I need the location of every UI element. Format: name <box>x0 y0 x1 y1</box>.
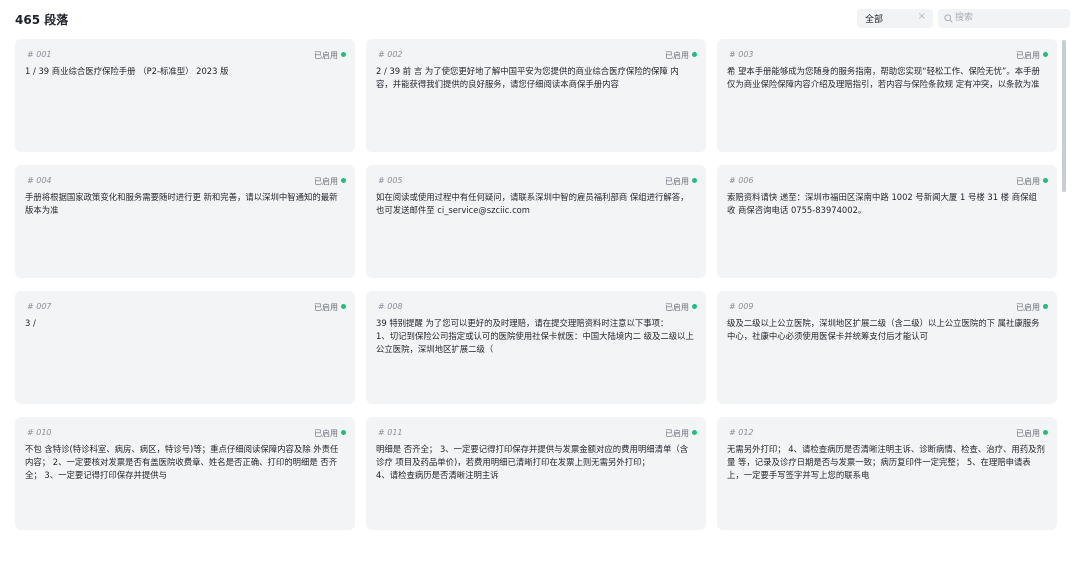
card-id: # 012 <box>729 428 754 437</box>
status-dot-icon <box>341 304 346 309</box>
status-filter-select[interactable]: 全部 × <box>857 9 933 28</box>
status-dot-icon <box>692 430 697 435</box>
paragraph-card[interactable]: # 007 已启用 3 / <box>15 291 355 404</box>
card-status: 已启用 <box>665 177 689 186</box>
card-text: 如在阅读或使用过程中有任何疑问，请联系深圳中智的雇员福利部商 保组进行解答，也可… <box>376 192 689 215</box>
card-status: 已启用 <box>314 303 338 312</box>
card-text: 1 / 39 商业综合医疗保险手册 （P2-标准型） 2023 版 <box>25 66 229 76</box>
status-dot-icon <box>341 430 346 435</box>
search-input[interactable] <box>955 10 1063 26</box>
card-id: # 006 <box>729 176 754 185</box>
card-text: 无需另外打印； 4、请检查病历是否清晰注明主诉、诊断病情、检查、治疗、用药及剂量… <box>727 444 1045 480</box>
card-text: 希 望本手册能够成为您随身的服务指南，帮助您实现“轻松工作、保险无忧”。本手册仅… <box>727 66 1040 89</box>
card-id: # 001 <box>27 50 52 59</box>
paragraph-card[interactable]: # 001 已启用 1 / 39 商业综合医疗保险手册 （P2-标准型） 202… <box>15 39 355 152</box>
paragraph-card[interactable]: # 006 已启用 索赔资料请快 递至：深圳市福田区深南中路 1002 号新闻大… <box>717 165 1057 278</box>
card-status: 已启用 <box>1016 177 1040 186</box>
paragraph-card[interactable]: # 010 已启用 不包 含特诊(特诊科室、病房、病区，特诊号)等；重点仔细阅读… <box>15 417 355 530</box>
paragraph-card[interactable]: # 002 已启用 2 / 39 前 言 为了使您更好地了解中国平安为您提供的商… <box>366 39 706 152</box>
paragraph-card[interactable]: # 005 已启用 如在阅读或使用过程中有任何疑问，请联系深圳中智的雇员福利部商… <box>366 165 706 278</box>
header: 465 段落 全部 × <box>0 0 1080 38</box>
card-text: 级及二级以上公立医院，深圳地区扩展二级（含二级）以上公立医院的下 属社康服务中心… <box>727 318 1040 341</box>
card-status: 已启用 <box>314 429 338 438</box>
status-dot-icon <box>692 178 697 183</box>
scrollbar-thumb[interactable] <box>1062 40 1066 192</box>
card-status: 已启用 <box>665 51 689 60</box>
paragraph-card[interactable]: # 012 已启用 无需另外打印； 4、请检查病历是否清晰注明主诉、诊断病情、检… <box>717 417 1057 530</box>
card-text: 3 / <box>25 318 36 328</box>
card-id: # 008 <box>378 302 403 311</box>
paragraph-card[interactable]: # 004 已启用 手册将根据国家政策变化和服务需要随时进行更 新和完善，请以深… <box>15 165 355 278</box>
card-status: 已启用 <box>1016 303 1040 312</box>
card-text: 39 特别提醒 为了您可以更好的及时理赔，请在提交理赔资料时注意以下事项： 1、… <box>376 318 694 354</box>
card-status: 已启用 <box>665 429 689 438</box>
status-dot-icon <box>692 52 697 57</box>
paragraph-card[interactable]: # 003 已启用 希 望本手册能够成为您随身的服务指南，帮助您实现“轻松工作、… <box>717 39 1057 152</box>
card-id: # 007 <box>27 302 52 311</box>
card-id: # 003 <box>729 50 754 59</box>
card-text: 索赔资料请快 递至：深圳市福田区深南中路 1002 号新闻大厦 1 号楼 31 … <box>727 192 1037 215</box>
card-id: # 004 <box>27 176 52 185</box>
card-status: 已启用 <box>1016 51 1040 60</box>
card-status: 已启用 <box>1016 429 1040 438</box>
card-id: # 009 <box>729 302 754 311</box>
status-dot-icon <box>692 304 697 309</box>
search-icon <box>944 14 953 23</box>
status-dot-icon <box>1043 304 1048 309</box>
status-dot-icon <box>341 52 346 57</box>
card-text: 2 / 39 前 言 为了使您更好地了解中国平安为您提供的商业综合医疗保险的保障… <box>376 66 679 89</box>
paragraph-card[interactable]: # 009 已启用 级及二级以上公立医院，深圳地区扩展二级（含二级）以上公立医院… <box>717 291 1057 404</box>
status-dot-icon <box>341 178 346 183</box>
card-status: 已启用 <box>665 303 689 312</box>
filter-selected-value: 全部 <box>865 15 884 25</box>
card-id: # 002 <box>378 50 403 59</box>
card-id: # 005 <box>378 176 403 185</box>
card-text: 明细是 否齐全； 3、一定要记得打印保存并提供与发票金额对应的费用明细清单（含诊… <box>376 444 689 480</box>
card-text: 不包 含特诊(特诊科室、病房、病区，特诊号)等；重点仔细阅读保障内容及除 外责任… <box>25 444 339 480</box>
clear-icon[interactable]: × <box>918 11 926 22</box>
card-id: # 011 <box>378 428 403 437</box>
paragraph-card[interactable]: # 011 已启用 明细是 否齐全； 3、一定要记得打印保存并提供与发票金额对应… <box>366 417 706 530</box>
paragraph-card[interactable]: # 008 已启用 39 特别提醒 为了您可以更好的及时理赔，请在提交理赔资料时… <box>366 291 706 404</box>
status-dot-icon <box>1043 430 1048 435</box>
card-id: # 010 <box>27 428 52 437</box>
status-dot-icon <box>1043 178 1048 183</box>
card-status: 已启用 <box>314 177 338 186</box>
search-box[interactable] <box>938 9 1070 28</box>
status-dot-icon <box>1043 52 1048 57</box>
card-text: 手册将根据国家政策变化和服务需要随时进行更 新和完善，请以深圳中智通知的最新版本… <box>25 192 338 215</box>
paragraph-count-title: 465 段落 <box>15 13 69 27</box>
card-status: 已启用 <box>314 51 338 60</box>
